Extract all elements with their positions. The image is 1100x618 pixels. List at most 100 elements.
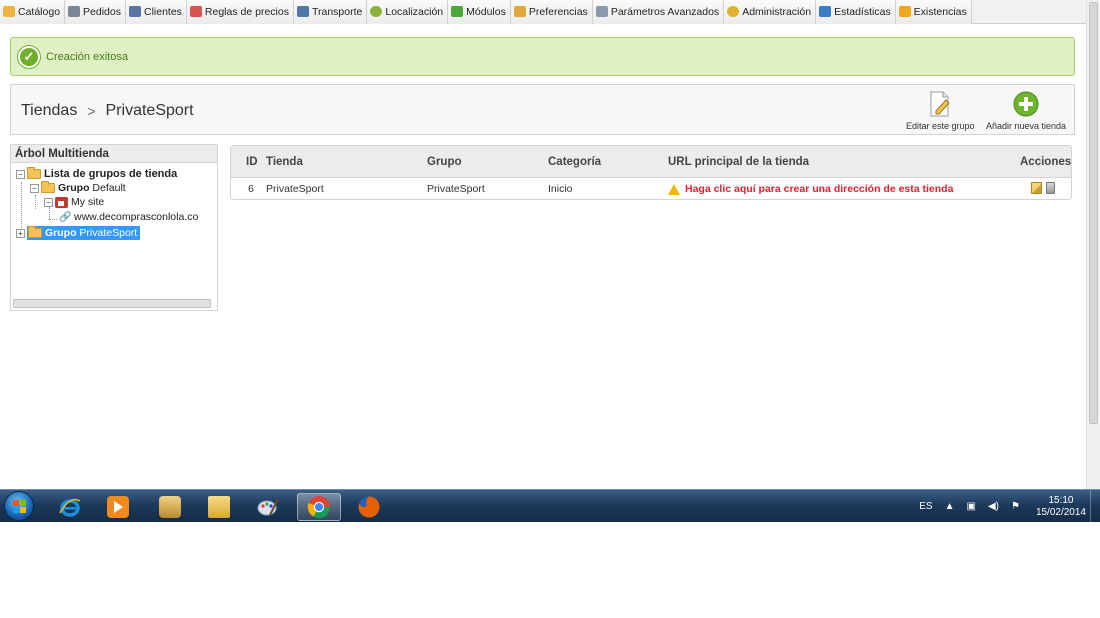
taskbar-internet-explorer[interactable] bbox=[48, 493, 92, 521]
folder-open-icon bbox=[41, 181, 55, 193]
taskbar-file-explorer[interactable] bbox=[197, 493, 241, 521]
tree-horizontal-scrollbar[interactable] bbox=[13, 299, 211, 308]
menu-label: Catálogo bbox=[18, 5, 61, 18]
header-category[interactable]: Categoría bbox=[548, 156, 601, 168]
start-button[interactable] bbox=[4, 491, 34, 521]
taskbar-firefox[interactable] bbox=[347, 493, 391, 521]
globe-icon bbox=[370, 6, 383, 17]
show-desktop-button[interactable] bbox=[1090, 490, 1100, 523]
clock[interactable]: 15:10 15/02/2014 bbox=[1036, 495, 1086, 519]
tree-group-default[interactable]: − Grupo Default bbox=[30, 181, 126, 194]
scrollbar-thumb[interactable] bbox=[1089, 2, 1098, 424]
stores-table: ID Tienda Grupo Categoría URL principal … bbox=[230, 145, 1072, 200]
clock-time: 15:10 bbox=[1048, 494, 1074, 506]
menu-label: Localización bbox=[385, 5, 444, 18]
menu-existencias[interactable]: Existencias bbox=[895, 0, 972, 24]
taskbar-chrome[interactable] bbox=[297, 493, 341, 521]
windows-logo-icon bbox=[13, 500, 26, 513]
folder-icon bbox=[28, 226, 42, 238]
tree-connector bbox=[49, 207, 50, 219]
delete-icon[interactable] bbox=[1046, 182, 1055, 194]
menu-modulos[interactable]: Módulos bbox=[448, 0, 511, 24]
menu-label: Módulos bbox=[466, 5, 506, 18]
menu-parametros-avanzados[interactable]: Parámetros Avanzados bbox=[592, 0, 725, 24]
row-actions bbox=[1031, 182, 1055, 194]
puzzle-icon bbox=[451, 6, 464, 17]
menu-catalogo[interactable]: Catálogo bbox=[0, 0, 66, 24]
media-player-icon bbox=[107, 496, 129, 518]
stats-icon bbox=[819, 6, 832, 17]
header-url[interactable]: URL principal de la tienda bbox=[668, 156, 809, 168]
breadcrumb: Tiendas > PrivateSport bbox=[21, 102, 194, 120]
tree-group-privatesport[interactable]: + Grupo PrivateSport bbox=[16, 226, 141, 240]
menu-label: Clientes bbox=[143, 5, 182, 18]
app-icon bbox=[159, 496, 181, 518]
selected-node[interactable]: Grupo PrivateSport bbox=[27, 226, 141, 240]
internet-explorer-icon bbox=[59, 498, 81, 517]
header-group[interactable]: Grupo bbox=[427, 156, 462, 168]
menu-label: Reglas de precios bbox=[204, 5, 289, 18]
url-label: www.decomprasconlola.co bbox=[74, 211, 199, 223]
volume-icon[interactable]: ◀) bbox=[988, 501, 999, 512]
breadcrumb-separator: > bbox=[87, 103, 96, 119]
tree-site[interactable]: − My site bbox=[44, 196, 104, 208]
language-indicator[interactable]: ES bbox=[919, 501, 932, 512]
preferences-icon bbox=[513, 6, 526, 17]
add-circle-icon bbox=[1013, 91, 1039, 117]
taskbar-app[interactable] bbox=[148, 493, 192, 521]
table-header: ID Tienda Grupo Categoría URL principal … bbox=[231, 146, 1071, 178]
add-store-button[interactable]: Añadir nueva tienda bbox=[986, 91, 1066, 131]
table-row[interactable]: 6 PrivateSport PrivateSport Inicio Haga … bbox=[231, 179, 1071, 199]
multistore-tree-panel: Árbol Multitienda − Lista de grupos de t… bbox=[10, 144, 218, 311]
collapse-icon[interactable]: − bbox=[44, 197, 53, 207]
menu-pedidos[interactable]: Pedidos bbox=[65, 0, 126, 24]
header-id[interactable]: ID bbox=[246, 156, 258, 168]
edit-icon[interactable] bbox=[1031, 182, 1042, 194]
cell-id: 6 bbox=[248, 183, 254, 195]
success-banner: ✓ Creación exitosa bbox=[10, 37, 1075, 76]
edit-group-button[interactable]: Editar este grupo bbox=[906, 91, 975, 131]
group-name: Default bbox=[92, 182, 126, 194]
show-hidden-icons[interactable]: ▲ bbox=[945, 501, 955, 512]
header-store[interactable]: Tienda bbox=[266, 156, 303, 168]
menu-transporte[interactable]: Transporte bbox=[293, 0, 368, 24]
group-name: PrivateSport bbox=[79, 227, 138, 239]
warning-icon bbox=[668, 183, 680, 195]
menu-administracion[interactable]: Administración bbox=[724, 0, 817, 24]
tree-root[interactable]: − Lista de grupos de tienda bbox=[16, 167, 178, 180]
top-menu: Catálogo Pedidos Clientes Reglas de prec… bbox=[0, 0, 1086, 24]
stock-icon bbox=[898, 6, 911, 17]
menu-label: Pedidos bbox=[83, 5, 121, 18]
firefox-icon bbox=[358, 496, 380, 518]
expand-icon[interactable]: + bbox=[16, 228, 25, 238]
breadcrumb-current: PrivateSport bbox=[105, 102, 194, 119]
network-icon[interactable]: ▣ bbox=[966, 501, 975, 512]
folder-icon bbox=[27, 167, 41, 179]
action-center-flag-icon[interactable]: ⚑ bbox=[1011, 501, 1020, 512]
tree-root-label: Lista de grupos de tienda bbox=[44, 168, 178, 180]
breadcrumb-stores[interactable]: Tiendas bbox=[21, 102, 77, 120]
check-icon: ✓ bbox=[18, 45, 40, 68]
menu-clientes[interactable]: Clientes bbox=[125, 0, 187, 24]
vertical-scrollbar[interactable] bbox=[1086, 0, 1100, 489]
link-icon: 🔗 bbox=[59, 211, 72, 223]
collapse-icon[interactable]: − bbox=[16, 169, 25, 179]
folder-icon bbox=[3, 6, 15, 17]
edit-document-icon bbox=[927, 91, 953, 117]
menu-estadisticas[interactable]: Estadísticas bbox=[816, 0, 896, 24]
collapse-icon[interactable]: − bbox=[30, 183, 39, 193]
taskbar-media-player[interactable] bbox=[96, 493, 140, 521]
menu-label: Transporte bbox=[311, 5, 363, 18]
menu-reglas-de-precios[interactable]: Reglas de precios bbox=[186, 0, 294, 24]
menu-preferencias[interactable]: Preferencias bbox=[510, 0, 593, 24]
menu-label: Existencias bbox=[913, 5, 967, 18]
menu-localizacion[interactable]: Localización bbox=[367, 0, 449, 24]
truck-icon bbox=[296, 6, 309, 17]
site-label: My site bbox=[71, 196, 105, 208]
url-warning-text: Haga clic aquí para crear una dirección … bbox=[685, 183, 954, 195]
taskbar-paint[interactable] bbox=[246, 493, 290, 521]
success-message: Creación exitosa bbox=[46, 50, 128, 63]
menu-label: Administración bbox=[742, 5, 812, 18]
tree-url[interactable]: 🔗 www.decomprasconlola.co bbox=[59, 211, 198, 223]
cell-url-warning[interactable]: Haga clic aquí para crear una dirección … bbox=[668, 183, 953, 195]
